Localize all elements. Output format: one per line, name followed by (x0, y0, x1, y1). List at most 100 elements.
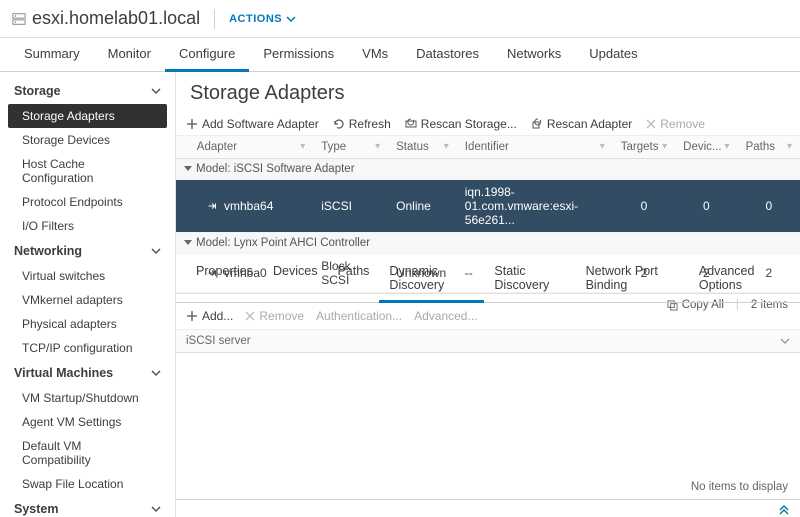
add-server-label: Add... (202, 309, 233, 323)
detail-tab-devices[interactable]: Devices (263, 256, 327, 302)
chevron-down-icon (151, 246, 161, 256)
iscsi-server-label: iSCSI server (186, 335, 251, 347)
host-title: esxi.homelab01.local (32, 8, 200, 29)
plus-icon (186, 310, 198, 322)
main-toolbar: Add Software Adapter Refresh Rescan Stor… (176, 113, 800, 136)
no-items-label: No items to display (691, 481, 788, 493)
tab-datastores[interactable]: Datastores (402, 38, 493, 71)
col-status[interactable]: Status▾ (388, 136, 457, 159)
sidebar-item-vm-startup-shutdown[interactable]: VM Startup/Shutdown (8, 386, 167, 410)
remove-button: Remove (646, 117, 705, 131)
bottom-bar (176, 499, 800, 517)
detail-tab-network-port-binding[interactable]: Network Port Binding (576, 256, 689, 302)
plus-icon (186, 118, 198, 130)
sidebar-item-i-o-filters[interactable]: I/O Filters (8, 214, 167, 238)
col-targets[interactable]: Targets▾ (613, 136, 675, 159)
tab-vms[interactable]: VMs (348, 38, 402, 71)
detail-tab-paths[interactable]: Paths (327, 256, 379, 302)
detail-toolbar: Add... Remove Authentication... Advanced… (176, 303, 800, 330)
remove-server-button: Remove (245, 309, 304, 323)
sidebar-item-virtual-switches[interactable]: Virtual switches (8, 264, 167, 288)
expand-up-icon[interactable] (778, 503, 790, 515)
remove-label: Remove (660, 117, 705, 131)
actions-menu[interactable]: ACTIONS (229, 13, 296, 25)
remove-icon (245, 311, 255, 321)
sidebar-item-vmkernel-adapters[interactable]: VMkernel adapters (8, 288, 167, 312)
tab-updates[interactable]: Updates (575, 38, 651, 71)
filter-icon[interactable]: ▾ (300, 141, 305, 152)
sidebar-item-physical-adapters[interactable]: Physical adapters (8, 312, 167, 336)
detail-tab-properties[interactable]: Properties (186, 256, 263, 302)
filter-icon[interactable]: ▾ (725, 141, 730, 152)
group-row[interactable]: Model: iSCSI Software Adapter (176, 159, 800, 180)
group-row[interactable]: Model: Lynx Point AHCI Controller (176, 233, 800, 254)
sidebar-item-host-cache-configuration[interactable]: Host Cache Configuration (8, 152, 167, 190)
tab-permissions[interactable]: Permissions (249, 38, 348, 71)
sidebar-item-swap-file-location[interactable]: Swap File Location (8, 472, 167, 496)
detail-tab-dynamic-discovery[interactable]: Dynamic Discovery (379, 256, 484, 303)
host-icon (12, 12, 26, 26)
sidebar-item-storage-adapters[interactable]: Storage Adapters (8, 104, 167, 128)
col-devic[interactable]: Devic...▾ (675, 136, 737, 159)
rescan-storage-label: Rescan Storage... (421, 117, 517, 131)
refresh-icon (333, 118, 345, 130)
divider (214, 9, 215, 29)
triangle-down-icon (184, 240, 192, 245)
tab-summary[interactable]: Summary (10, 38, 94, 71)
authentication-button: Authentication... (316, 309, 402, 323)
chevron-down-icon (151, 368, 161, 378)
triangle-down-icon (184, 166, 192, 171)
detail-tab-static-discovery[interactable]: Static Discovery (484, 256, 575, 302)
sidebar-item-tcp-ip-configuration[interactable]: TCP/IP configuration (8, 336, 167, 360)
adapter-icon (206, 200, 218, 212)
filter-icon[interactable]: ▾ (444, 141, 449, 152)
filter-icon[interactable]: ▾ (375, 141, 380, 152)
filter-icon[interactable]: ▾ (787, 141, 792, 152)
advanced-button: Advanced... (414, 309, 477, 323)
servers-empty-area: No items to display (176, 353, 800, 499)
sidebar-item-protocol-endpoints[interactable]: Protocol Endpoints (8, 190, 167, 214)
add-software-adapter-button[interactable]: Add Software Adapter (186, 117, 319, 131)
advanced-label: Advanced... (414, 309, 477, 323)
detail-tabs: PropertiesDevicesPathsDynamic DiscoveryS… (176, 256, 800, 303)
col-identifier[interactable]: Identifier▾ (457, 136, 613, 159)
chevron-down-icon (151, 504, 161, 514)
sidebar-item-storage-devices[interactable]: Storage Devices (8, 128, 167, 152)
sidebar-group-storage[interactable]: Storage (8, 78, 167, 104)
refresh-button[interactable]: Refresh (333, 117, 391, 131)
chevron-down-icon (780, 336, 790, 346)
sidebar-item-agent-vm-settings[interactable]: Agent VM Settings (8, 410, 167, 434)
top-tabs: SummaryMonitorConfigurePermissionsVMsDat… (0, 38, 800, 72)
main-panel: Storage Adapters Add Software Adapter Re… (176, 72, 800, 517)
sidebar-group-virtual-machines[interactable]: Virtual Machines (8, 360, 167, 386)
remove-server-label: Remove (259, 309, 304, 323)
sidebar-group-networking[interactable]: Networking (8, 238, 167, 264)
rescan-storage-icon (405, 118, 417, 130)
col-paths[interactable]: Paths▾ (738, 136, 800, 159)
col-type[interactable]: Type▾ (313, 136, 388, 159)
auth-label: Authentication... (316, 309, 402, 323)
tab-configure[interactable]: Configure (165, 38, 249, 72)
add-server-button[interactable]: Add... (186, 309, 233, 323)
iscsi-server-header[interactable]: iSCSI server (176, 330, 800, 353)
rescan-adapter-icon (531, 118, 543, 130)
chevron-down-icon (151, 86, 161, 96)
tab-monitor[interactable]: Monitor (94, 38, 165, 71)
remove-icon (646, 119, 656, 129)
refresh-label: Refresh (349, 117, 391, 131)
add-label: Add Software Adapter (202, 117, 319, 131)
sidebar: StorageStorage AdaptersStorage DevicesHo… (0, 72, 176, 517)
rescan-adapter-label: Rescan Adapter (547, 117, 632, 131)
filter-icon[interactable]: ▾ (600, 141, 605, 152)
sidebar-item-default-vm-compatibility[interactable]: Default VM Compatibility (8, 434, 167, 472)
rescan-storage-button[interactable]: Rescan Storage... (405, 117, 517, 131)
detail-tab-advanced-options[interactable]: Advanced Options (689, 256, 790, 302)
actions-label: ACTIONS (229, 13, 282, 25)
sidebar-group-system[interactable]: System (8, 496, 167, 517)
page-title: Storage Adapters (176, 72, 800, 113)
col-adapter[interactable]: Adapter▾ (176, 136, 313, 159)
filter-icon[interactable]: ▾ (662, 141, 667, 152)
tab-networks[interactable]: Networks (493, 38, 575, 71)
table-row[interactable]: vmhba64iSCSIOnlineiqn.1998-01.com.vmware… (176, 180, 800, 233)
rescan-adapter-button[interactable]: Rescan Adapter (531, 117, 632, 131)
